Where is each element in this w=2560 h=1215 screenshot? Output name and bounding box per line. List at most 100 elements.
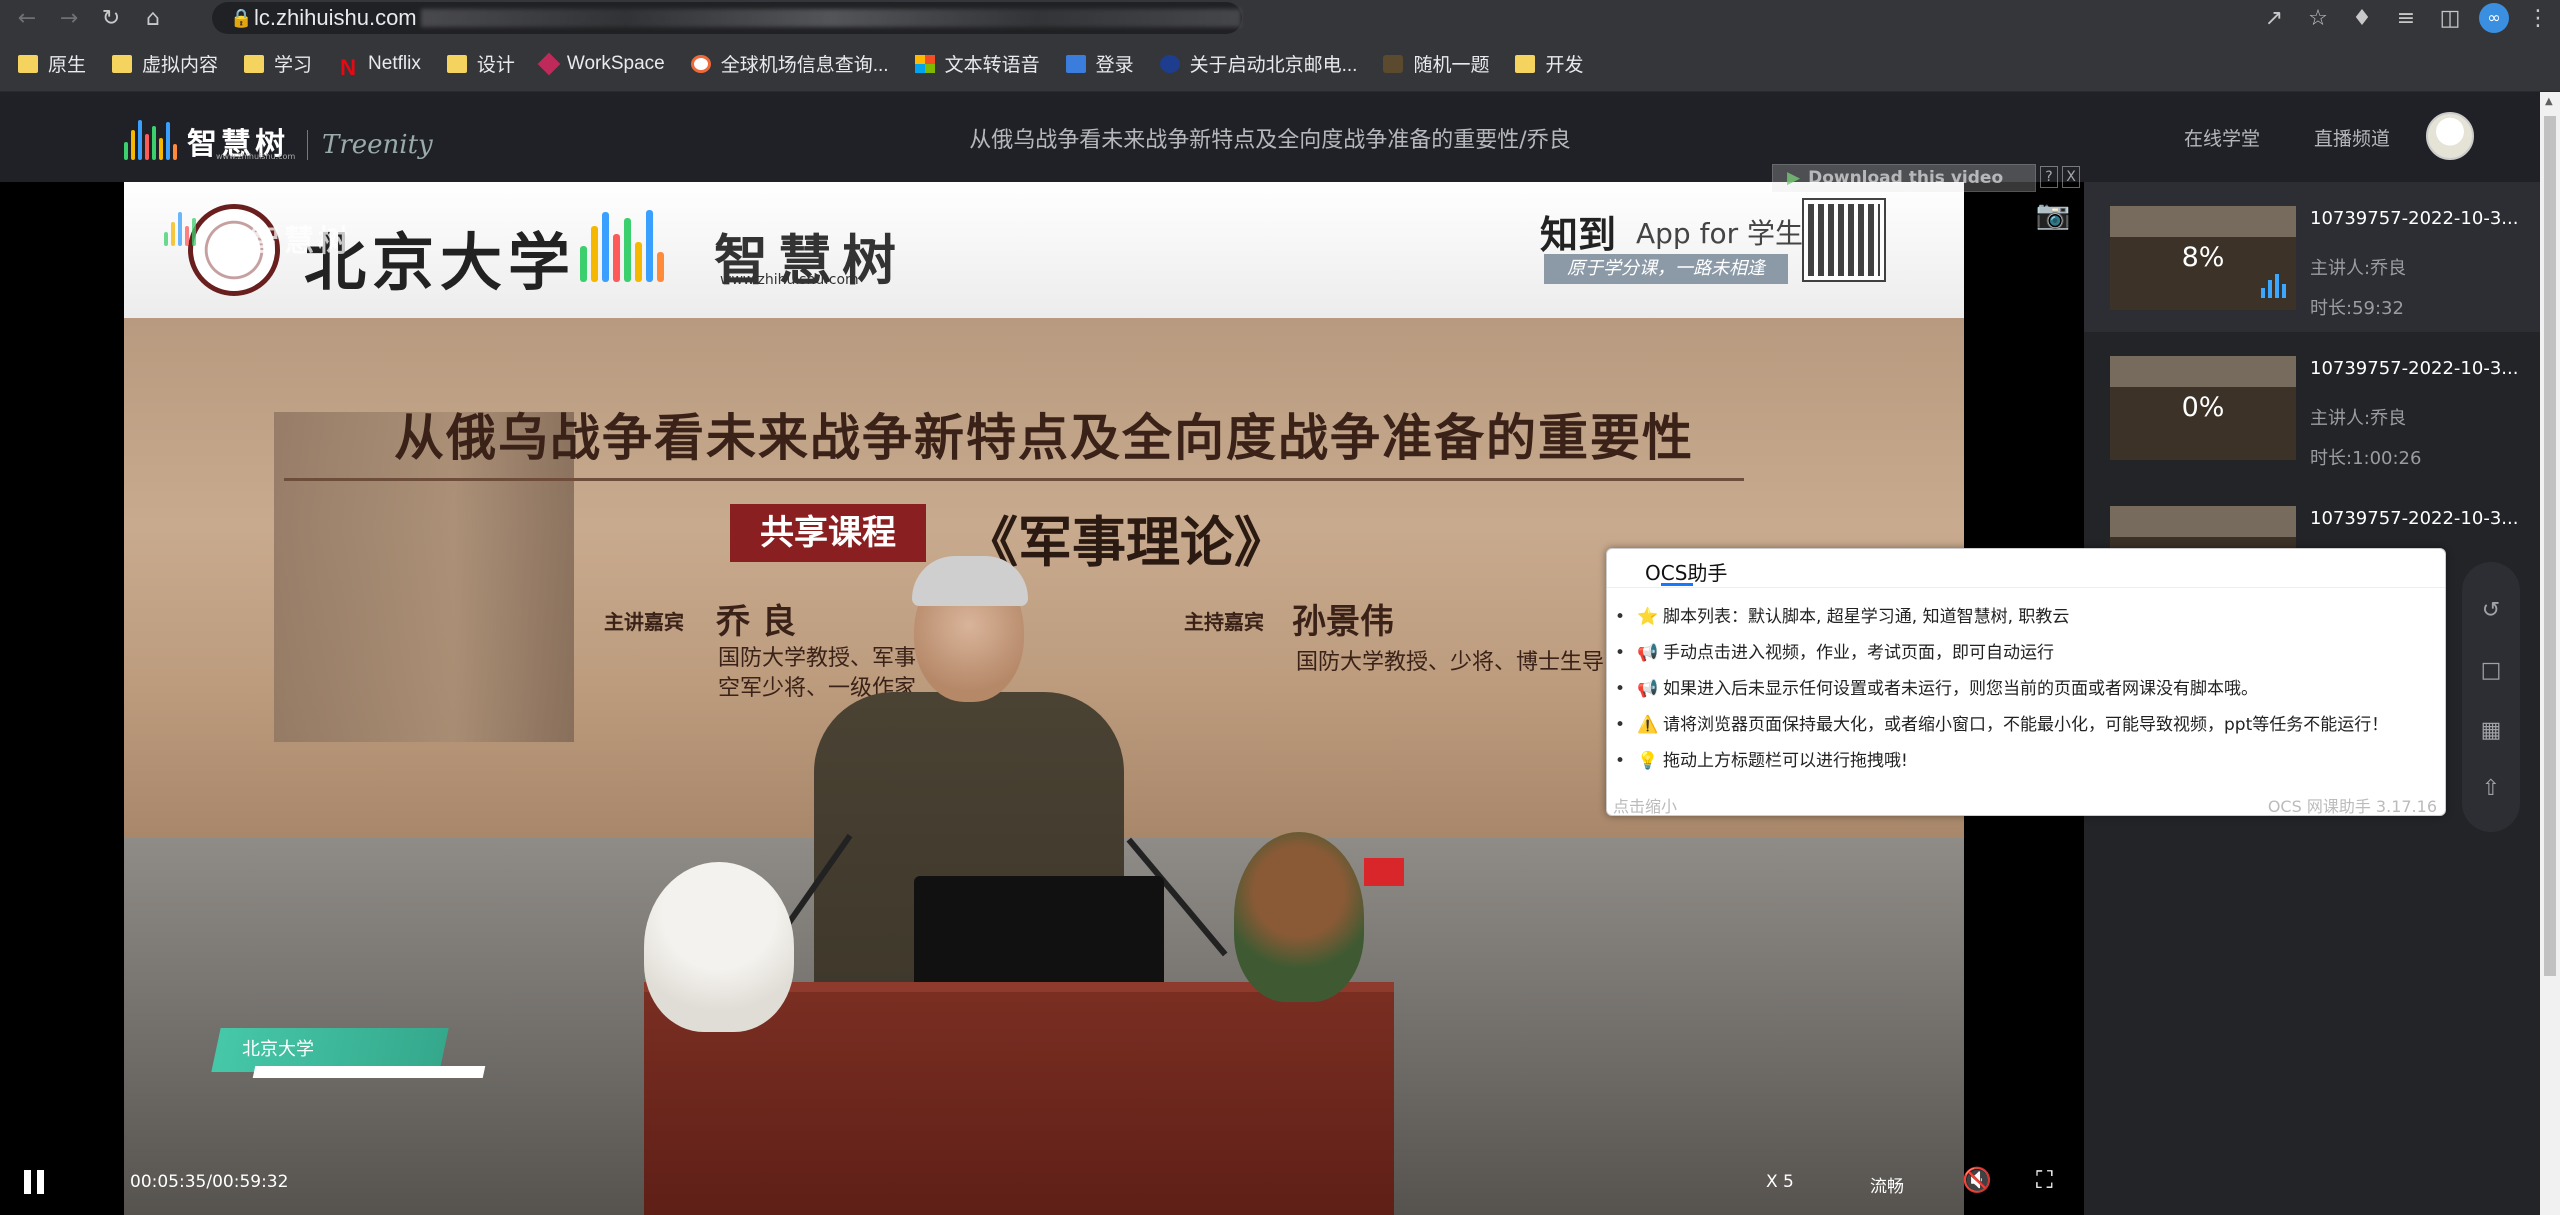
- lightbulb-icon: 💡: [1637, 751, 1659, 771]
- playlist-progress: 0%: [2181, 392, 2225, 423]
- address-bar[interactable]: 🔒 lc.zhihuishu.com: [212, 2, 1242, 34]
- header-nav: 在线学堂 直播频道: [2184, 124, 2390, 151]
- star-icon: ⭐: [1637, 607, 1659, 627]
- microsoft-icon: [914, 54, 935, 73]
- playlist-title: 10739757-2022-10-3...: [2310, 508, 2519, 529]
- ocs-notice-item: 💡拖动上方标题栏可以进行拖拽哦!: [1615, 743, 2388, 779]
- ocs-notice-item: ⭐脚本列表：默认脚本, 超星学习通, 知道智慧树, 职教云: [1615, 599, 2388, 635]
- ocs-helper-panel[interactable]: OCS助手 ⭐脚本列表：默认脚本, 超星学习通, 知道智慧树, 职教云 📢手动点…: [1606, 548, 2446, 816]
- qr-icon[interactable]: ▦: [2462, 718, 2520, 743]
- playlist-thumbnail: 8%: [2110, 206, 2296, 310]
- qr-code-icon: [1802, 198, 1886, 282]
- slide-zhidao-slogan: 原于学分课，一路未相逢: [1544, 254, 1788, 284]
- screenshot-camera-icon[interactable]: 📷: [2032, 198, 2074, 232]
- globe-icon: [690, 54, 711, 73]
- bookmark-random[interactable]: 随机一题: [1383, 50, 1489, 77]
- back-to-top-icon[interactable]: ⇧: [2462, 776, 2520, 801]
- refresh-icon[interactable]: ↺: [2462, 598, 2520, 623]
- bookmark-sheji[interactable]: 设计: [446, 50, 515, 77]
- slide-zhihuishu-logo-icon: [580, 206, 664, 282]
- slide-speaker-name: 乔 良: [716, 602, 796, 642]
- url-text: lc.zhihuishu.com: [254, 5, 417, 30]
- page-scrollbar[interactable]: ▲: [2540, 92, 2560, 1215]
- slide-title-rule: [284, 478, 1744, 481]
- nav-live-channel[interactable]: 直播频道: [2314, 124, 2390, 151]
- playback-speed-button[interactable]: X 5: [1766, 1172, 1794, 1192]
- scroll-up-icon[interactable]: ▲: [2545, 96, 2553, 107]
- megaphone-icon: 📢: [1637, 679, 1659, 699]
- warning-icon: ⚠️: [1637, 715, 1659, 735]
- pause-button[interactable]: [22, 1166, 48, 1198]
- folder-icon: [446, 54, 467, 73]
- megaphone-icon: 📢: [1637, 643, 1659, 663]
- home-icon[interactable]: ⌂: [138, 3, 168, 33]
- folder-icon: [244, 54, 265, 73]
- ocs-notice-item: 📢如果进入后未显示任何设置或者未运行，则您当前的页面或者网课没有脚本哦。: [1615, 671, 2388, 707]
- comment-icon[interactable]: □: [2462, 658, 2520, 683]
- bookmark-xunineirong[interactable]: 虚拟内容: [112, 50, 218, 77]
- netflix-icon: N: [340, 54, 356, 80]
- folder-icon: [112, 54, 133, 73]
- download-video-button[interactable]: ▶ Download this video: [1772, 164, 2036, 192]
- slide-host-name: 孙景伟: [1292, 602, 1394, 642]
- site-header: 智慧树 www.zhihuishu.com Treenity 从俄乌战争看未来战…: [0, 92, 2540, 182]
- share-icon[interactable]: ↗: [2252, 0, 2296, 36]
- sidepanel-icon[interactable]: ◫: [2428, 0, 2472, 36]
- bookmark-netflix[interactable]: N Netflix: [338, 53, 421, 80]
- mute-icon[interactable]: 🔇: [1962, 1166, 1992, 1194]
- download-help-button[interactable]: ?: [2040, 166, 2058, 188]
- slide-talk-title: 从俄乌战争看未来战争新特点及全向度战争准备的重要性: [394, 408, 1694, 467]
- url-redacted: [420, 9, 1241, 27]
- random-icon: [1383, 54, 1404, 73]
- workspace-icon: [537, 52, 561, 75]
- bookmark-kaifa[interactable]: 开发: [1515, 50, 1583, 77]
- playlist-progress: 8%: [2181, 242, 2225, 273]
- quality-button[interactable]: 流畅: [1870, 1172, 1904, 1197]
- ocs-notice-list: ⭐脚本列表：默认脚本, 超星学习通, 知道智慧树, 职教云 📢手动点击进入视频，…: [1615, 599, 2388, 779]
- playlist-item[interactable]: 0% 10739757-2022-10-3... 主讲人:乔良 时长:1:00:…: [2084, 332, 2540, 482]
- extensions-icon[interactable]: ♦: [2340, 0, 2384, 36]
- play-icon: ▶: [1787, 168, 1801, 188]
- playlist-title: 10739757-2022-10-3...: [2310, 358, 2519, 379]
- playlist-item[interactable]: 8% 10739757-2022-10-3... 主讲人:乔良 时长:59:32: [2084, 182, 2540, 332]
- nav-online-classroom[interactable]: 在线学堂: [2184, 124, 2260, 151]
- fullscreen-icon[interactable]: ⛶: [2036, 1166, 2053, 1194]
- back-icon[interactable]: ←: [12, 3, 42, 33]
- slide-zhidao: 知到: [1540, 213, 1617, 257]
- playlist-duration: 时长:59:32: [2310, 298, 2404, 319]
- ocs-tab-indicator: [1661, 583, 1693, 586]
- profile-icon[interactable]: ∞: [2472, 0, 2516, 36]
- playlist-duration: 时长:1:00:26: [2310, 448, 2422, 469]
- side-tool-bar: ↺ □ ▦ ⇧: [2462, 562, 2520, 832]
- bookmark-airport[interactable]: 全球机场信息查询...: [690, 50, 889, 77]
- bupt-icon: [1159, 54, 1180, 73]
- slide-host-desc: 国防大学教授、少将、博士生导: [1296, 650, 1605, 675]
- playlist-title: 10739757-2022-10-3...: [2310, 208, 2519, 229]
- lower-third-bar: [252, 1066, 486, 1078]
- reload-icon[interactable]: ↻: [96, 3, 126, 33]
- playlist-speaker: 主讲人:乔良: [2310, 258, 2407, 279]
- scrollbar-thumb[interactable]: [2544, 116, 2556, 976]
- reading-list-icon[interactable]: ≡: [2384, 0, 2428, 36]
- mascot-bear-green: [1234, 832, 1364, 1002]
- bookmark-login[interactable]: 登录: [1065, 50, 1134, 77]
- slide-speaker-label: 主讲嘉宾: [604, 610, 684, 634]
- browser-toolbar: ← → ↻ ⌂ 🔒 lc.zhihuishu.com ↗ ☆ ♦ ≡ ◫ ∞ ⋮: [0, 0, 2560, 36]
- forward-icon[interactable]: →: [54, 3, 84, 33]
- slide-host-label: 主持嘉宾: [1184, 610, 1264, 634]
- bookmark-xuexi[interactable]: 学习: [244, 50, 312, 77]
- ocs-minimize-button[interactable]: 点击缩小: [1613, 793, 1677, 817]
- menu-icon[interactable]: ⋮: [2516, 0, 2560, 36]
- avatar[interactable]: [2426, 112, 2474, 160]
- star-icon[interactable]: ☆: [2296, 0, 2340, 36]
- ocs-divider: [1607, 587, 2445, 588]
- watermark-text: 智慧树: [250, 224, 352, 259]
- download-close-button[interactable]: X: [2062, 166, 2080, 188]
- folder-icon: [18, 54, 38, 73]
- bookmark-workspace[interactable]: WorkSpace: [537, 52, 665, 75]
- bookmark-tts[interactable]: 文本转语音: [914, 50, 1040, 77]
- bookmarks-bar: 原生 虚拟内容 学习 N Netflix 设计 WorkSpace 全球机场信息查…: [0, 36, 2560, 92]
- lock-icon: 🔒: [230, 7, 253, 29]
- bookmark-yuansheng[interactable]: 原生: [18, 50, 86, 77]
- bookmark-bupt[interactable]: 关于启动北京邮电...: [1159, 50, 1357, 77]
